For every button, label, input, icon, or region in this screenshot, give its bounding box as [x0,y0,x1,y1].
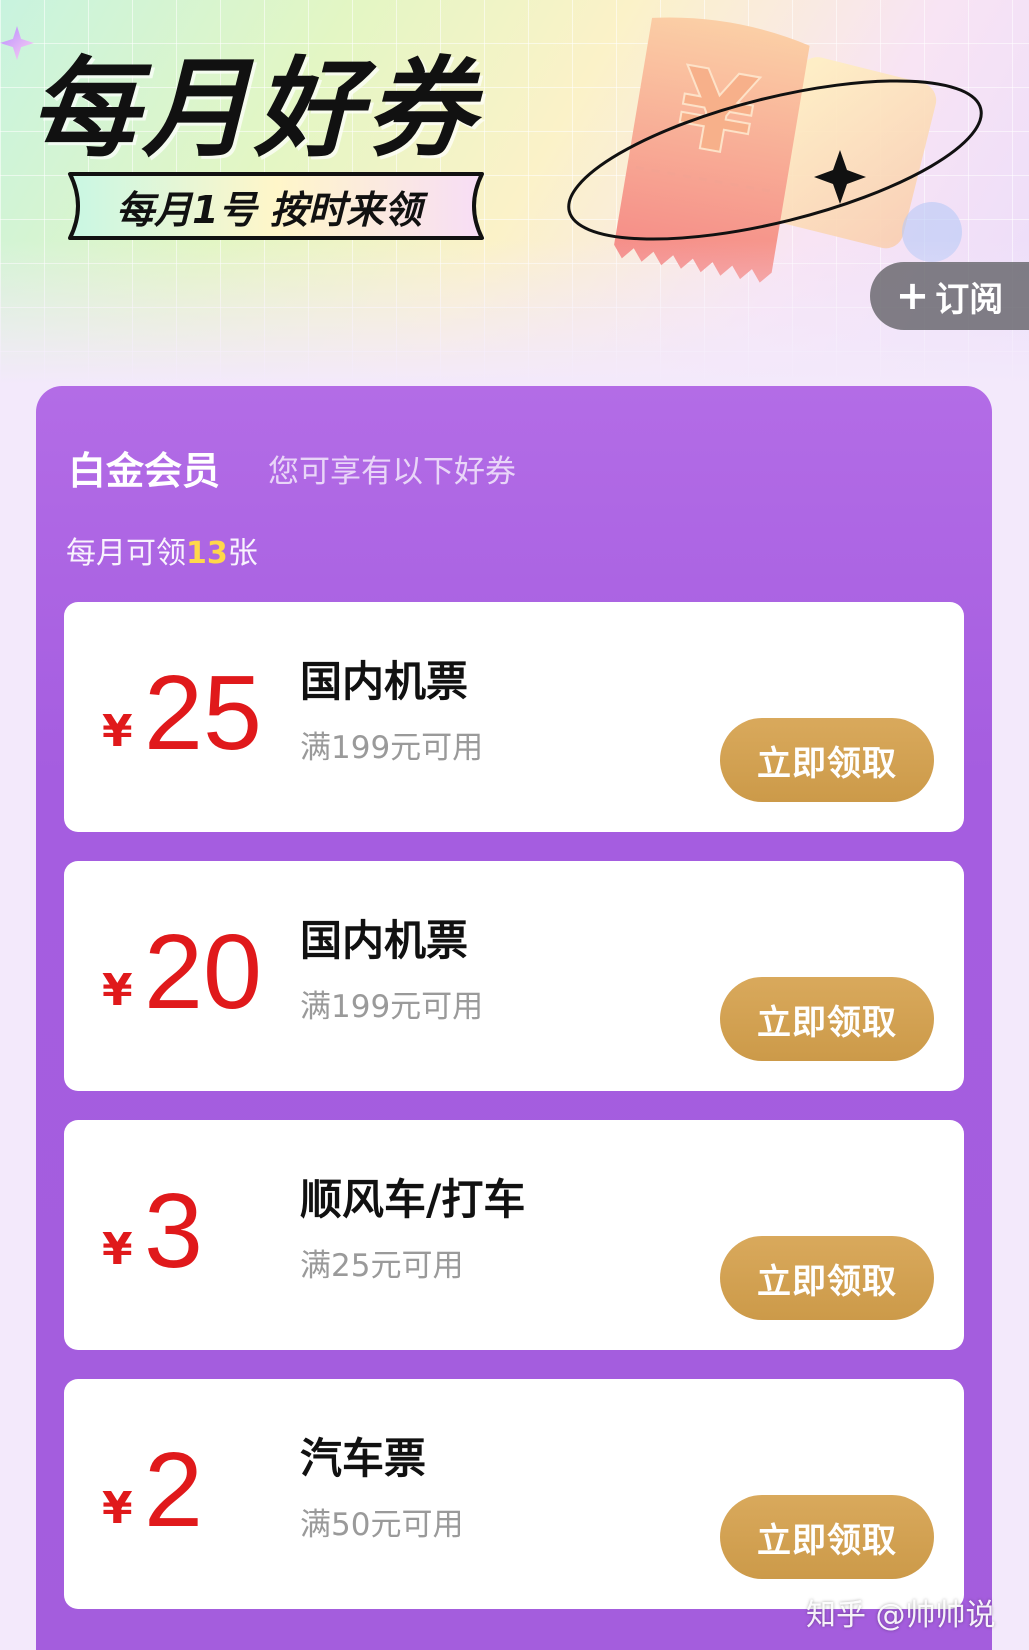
header-banner: 每月好券 每月1号 按时来领 ¥ + 订阅 [0,0,1029,400]
coupon-amount: 20 [144,913,262,1031]
coupon-amount: 2 [144,1431,203,1549]
coupon-amount: 25 [144,654,262,772]
monthly-count: 每月可领13张 [66,528,258,572]
coupon-name: 顺风车/打车 [300,1175,526,1224]
coupon-card: ¥ 3 顺风车/打车 满25元可用 立即领取 [64,1120,964,1350]
watermark: 知乎 @帅帅说 [806,1598,996,1633]
coupon-amount: 3 [144,1172,203,1290]
monthly-suffix: 张 [227,536,258,571]
monthly-count-number: 13 [186,536,228,571]
currency-symbol: ¥ [102,1224,133,1275]
tier-title: 白金会员 [68,449,221,493]
coupon-condition: 满199元可用 [300,989,484,1025]
banner-fade [0,240,1029,400]
subtitle-text: 每月1号 按时来领 [116,187,422,232]
coupon-panel: 白金会员 您可享有以下好券 每月可领13张 ¥ 25 国内机票 满199元可用 … [36,386,992,1650]
currency-symbol: ¥ [102,965,133,1016]
claim-button[interactable]: 立即领取 [720,718,934,802]
page-title: 每月好券 [30,47,479,172]
coupon-card: ¥ 25 国内机票 满199元可用 立即领取 [64,602,964,832]
currency-symbol: ¥ [102,1483,133,1534]
claim-button[interactable]: 立即领取 [720,1236,934,1320]
coupon-name: 国内机票 [300,657,469,706]
coupon-name: 国内机票 [300,916,469,965]
coupon-condition: 满50元可用 [300,1507,464,1543]
monthly-prefix: 每月可领 [66,536,186,571]
coupon-name: 汽车票 [300,1434,427,1483]
subtitle-tag: 每月1号 按时来领 [62,170,492,242]
claim-button[interactable]: 立即领取 [720,1495,934,1579]
claim-button[interactable]: 立即领取 [720,977,934,1061]
coupon-condition: 满25元可用 [300,1248,464,1284]
currency-symbol: ¥ [102,706,133,757]
plus-icon: + [895,273,930,319]
coupon-card: ¥ 2 汽车票 满50元可用 立即领取 [64,1379,964,1609]
coupon-card: ¥ 20 国内机票 满199元可用 立即领取 [64,861,964,1091]
subscribe-button[interactable]: + 订阅 [870,262,1029,330]
tier-description: 您可享有以下好券 [268,454,516,490]
subscribe-label: 订阅 [935,279,1004,320]
coupon-condition: 满199元可用 [300,730,484,766]
sparkle-icon [0,26,34,60]
